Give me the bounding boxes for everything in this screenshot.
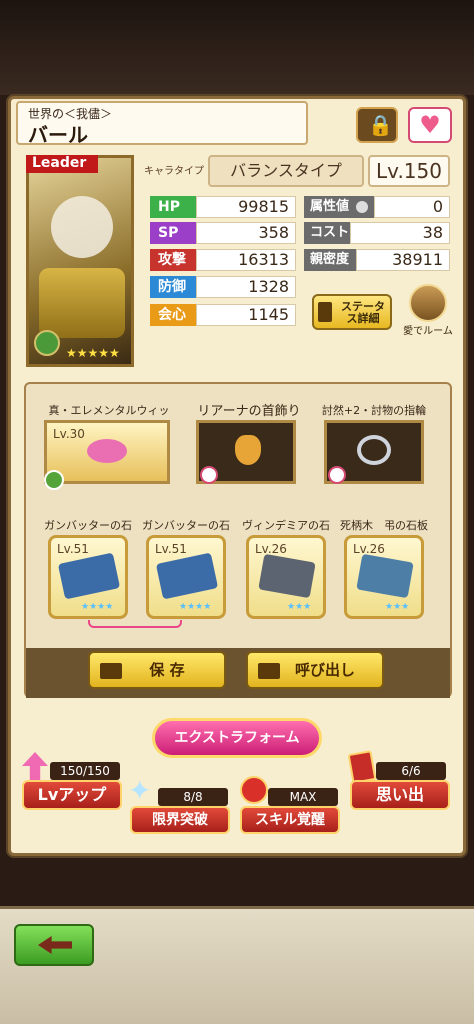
slab-4-image	[356, 553, 414, 599]
top-background	[0, 0, 474, 95]
slab-link-indicator	[88, 620, 182, 628]
stat-label-defense: 防御	[150, 276, 196, 298]
stat-label-hp: HP	[150, 196, 196, 218]
stat-label-attack: 攻撃	[150, 249, 196, 271]
element-icon	[34, 330, 60, 356]
chara-type-label: キャラタイプ	[144, 166, 204, 177]
lock-button[interactable]: 🔒	[356, 107, 398, 143]
attribute-none-icon	[355, 200, 368, 213]
stat-value-critical: 1145	[196, 304, 296, 326]
limit-break-star-icon: ✦	[128, 774, 152, 807]
chara-type-value: バランスタイプ	[208, 155, 364, 187]
status-detail-button[interactable]: ステータス詳細	[312, 294, 392, 330]
attribute-value: 0	[374, 196, 450, 218]
stat-value-attack: 16313	[196, 249, 296, 271]
slab-2-image	[155, 552, 219, 600]
necklace-icon	[235, 435, 261, 465]
memory-button[interactable]: 思い出	[350, 780, 450, 810]
character-name: バール	[28, 123, 88, 147]
slab-3[interactable]: Lv.26 ★★★	[246, 535, 326, 619]
limit-break-button[interactable]: 限界突破	[130, 806, 230, 834]
attribute-label: 属性値	[304, 196, 374, 218]
memory-card-icon	[347, 750, 377, 784]
skill-awaken-icon	[240, 776, 268, 804]
extra-form-button[interactable]: エクストラフォーム	[152, 718, 322, 758]
skill-awaken-counter: MAX	[268, 788, 338, 806]
memory-counter: 6/6	[376, 762, 446, 780]
leader-tag: Leader	[26, 155, 98, 173]
weapon-element-icon	[44, 470, 64, 490]
cost-label: コスト	[304, 222, 350, 244]
lvup-counter: 150/150	[50, 762, 120, 780]
stat-value-sp: 358	[196, 222, 296, 244]
heart-icon: ♥	[419, 111, 441, 139]
lvup-button[interactable]: Lvアップ	[22, 780, 122, 810]
room-door-icon	[409, 284, 447, 322]
stat-value-defense: 1328	[196, 276, 296, 298]
intimacy-value: 38911	[356, 249, 450, 271]
save-icon	[100, 663, 122, 679]
slab-2[interactable]: Lv.51 ★★★★	[146, 535, 226, 619]
intimacy-label: 親密度	[304, 249, 356, 271]
limit-break-counter: 8/8	[158, 788, 228, 806]
lock-icon: 🔒	[368, 113, 393, 137]
room-button[interactable]: 愛でルーム	[400, 284, 456, 337]
level-display: Lv.150	[368, 155, 450, 187]
stat-label-critical: 会心	[150, 304, 196, 326]
favorite-button[interactable]: ♥	[408, 107, 452, 143]
back-button[interactable]	[14, 924, 94, 966]
call-button[interactable]: 呼び出し	[246, 651, 384, 689]
slab-3-image	[258, 553, 316, 599]
character-title-bar: 世界の＜我儘＞ バール	[16, 101, 308, 147]
ring-heart-icon	[328, 466, 346, 484]
ring-icon	[357, 435, 391, 465]
slab-1-image	[57, 552, 121, 600]
necklace-heart-icon	[200, 466, 218, 484]
weapon-slot[interactable]: Lv.30	[44, 420, 170, 484]
weapon-icon	[87, 439, 127, 463]
skill-awaken-button[interactable]: スキル覚醒	[240, 806, 340, 834]
cost-value: 38	[350, 222, 450, 244]
list-icon	[318, 302, 332, 322]
save-button[interactable]: 保 存	[88, 651, 226, 689]
slab-4-name: 死柄木 弔の石板	[340, 519, 428, 532]
stat-value-hp: 99815	[196, 196, 296, 218]
stat-label-sp: SP	[150, 222, 196, 244]
back-arrow-icon	[38, 936, 72, 954]
slab-4[interactable]: Lv.26 ★★★	[344, 535, 424, 619]
necklace-name: リアーナの首飾り	[197, 404, 301, 419]
rarity-stars: ★★★★★	[66, 346, 120, 360]
ring-name: 討然+2・討物の指輪	[321, 404, 427, 417]
slab-1[interactable]: Lv.51 ★★★★	[48, 535, 128, 619]
call-icon	[258, 663, 280, 679]
